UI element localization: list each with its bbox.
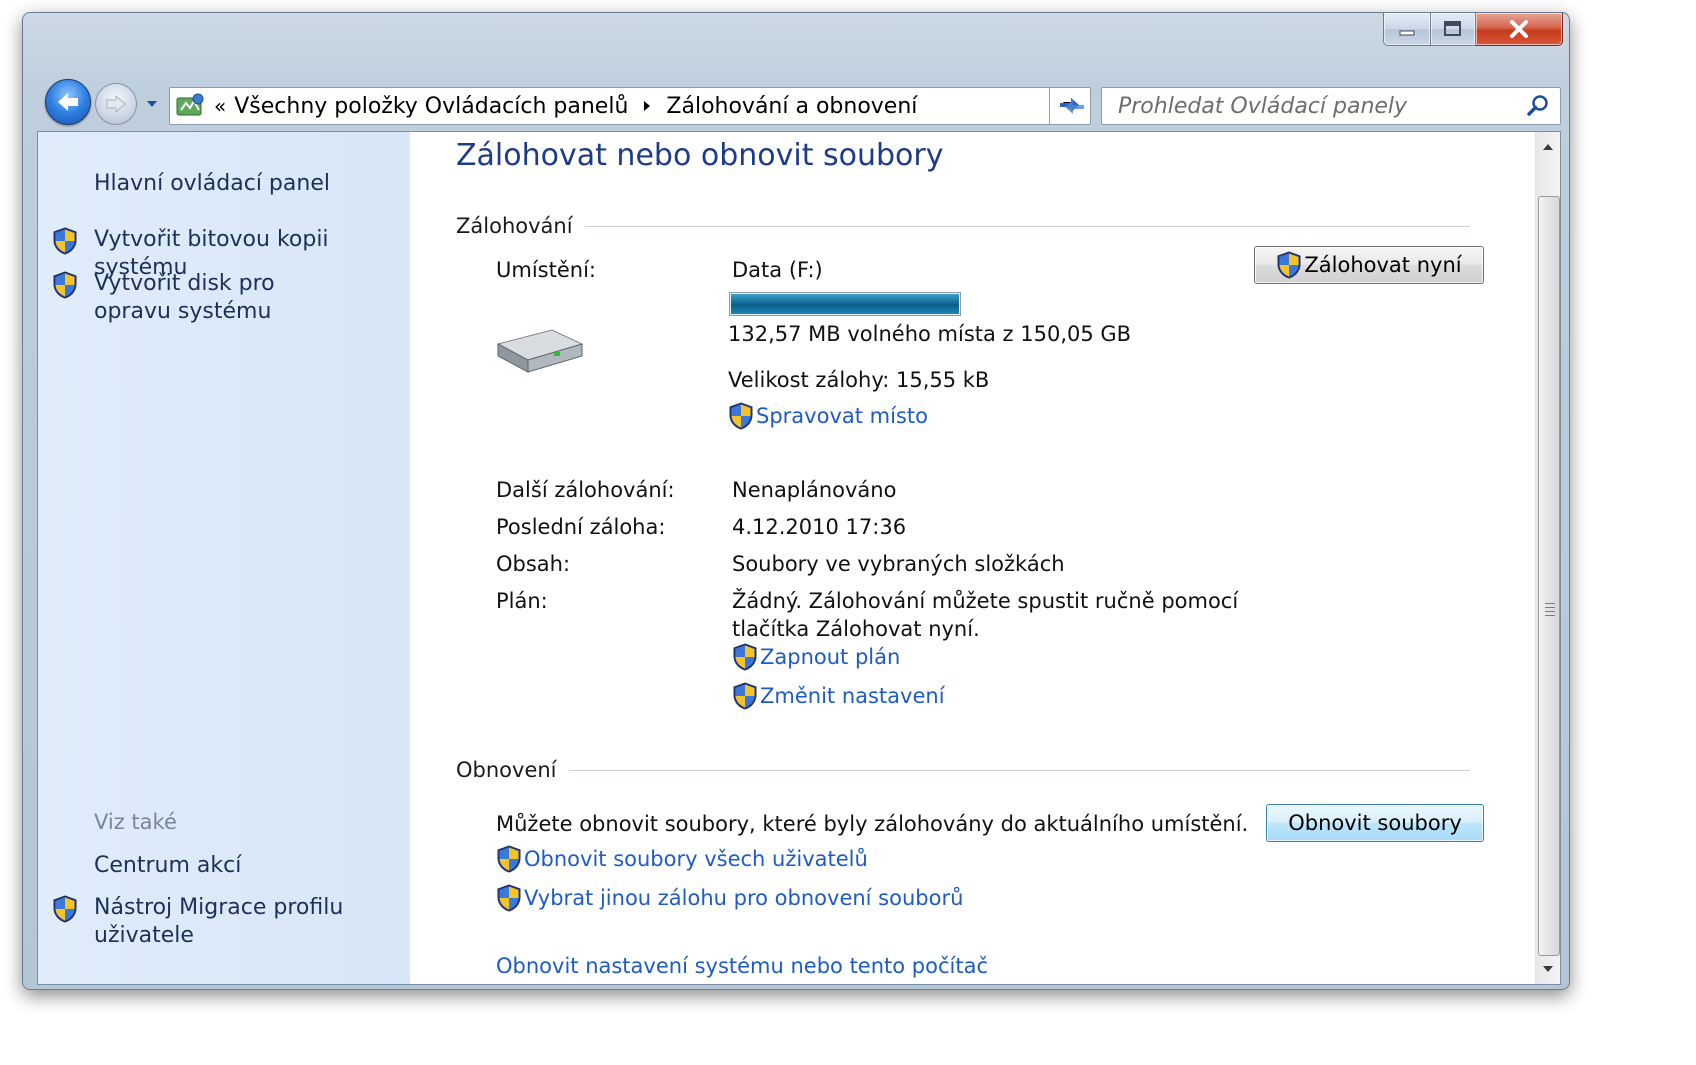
restore-all-users-link-label: Obnovit soubory všech uživatelů <box>524 847 868 871</box>
chevron-up-icon <box>1543 144 1553 150</box>
free-space-text: 132,57 MB volného místa z 150,05 GB <box>728 322 1132 346</box>
restore-files-button[interactable]: Obnovit soubory <box>1266 804 1484 842</box>
address-bar[interactable]: « Všechny položky Ovládacích panelů Zálo… <box>169 87 1091 125</box>
sidebar-link-action-center[interactable]: Centrum akcí <box>94 852 241 880</box>
backup-now-button-label: Zálohovat nyní <box>1304 253 1462 277</box>
arrow-left-icon <box>58 93 78 111</box>
caption-buttons <box>1383 13 1563 46</box>
close-button[interactable] <box>1476 13 1563 46</box>
uac-shield-icon <box>732 682 758 710</box>
forward-button[interactable] <box>95 83 137 125</box>
manage-space-link-label: Spravovat místo <box>756 404 928 428</box>
next-backup-label: Další zálohování: <box>496 478 675 502</box>
section-divider <box>568 769 1470 771</box>
uac-shield-icon <box>1276 251 1302 279</box>
arrow-right-icon <box>106 94 126 114</box>
restore-files-button-label: Obnovit soubory <box>1288 811 1462 835</box>
turn-on-schedule-link-label: Zapnout plán <box>760 645 901 669</box>
sidebar-link-migration-tool[interactable]: Nástroj Migrace profilu uživatele <box>94 894 344 950</box>
search-input[interactable] <box>1102 88 1520 124</box>
restore-all-users-link[interactable]: Obnovit soubory všech uživatelů <box>496 845 868 873</box>
navigation-bar: « Všechny položky Ovládacích panelů Zálo… <box>23 69 1569 125</box>
breadcrumb-backup-and-restore[interactable]: Zálohování a obnovení <box>666 94 917 119</box>
see-also-heading: Viz také <box>94 810 177 834</box>
backup-size-text: Velikost zálohy: 15,55 kB <box>728 368 990 392</box>
section-header-restore: Obnovení <box>456 758 1470 782</box>
title-bar <box>23 13 1569 61</box>
hard-drive-icon <box>496 329 584 373</box>
recover-system-link-label: Obnovit nastavení systému nebo tento poč… <box>496 954 988 978</box>
manage-space-link[interactable]: Spravovat místo <box>728 402 928 430</box>
uac-shield-icon <box>52 895 78 923</box>
control-panel-icon <box>176 93 204 116</box>
select-other-backup-link[interactable]: Vybrat jinou zálohu pro obnovení souborů <box>496 884 963 912</box>
backup-now-button[interactable]: Zálohovat nyní <box>1254 246 1484 284</box>
breadcrumb-all-control-panel-items[interactable]: Všechny položky Ovládacích panelů <box>234 94 628 119</box>
sidebar-link-control-panel-home[interactable]: Hlavní ovládací panel <box>94 170 330 198</box>
restore-description: Můžete obnovit soubory, které byly záloh… <box>496 812 1249 836</box>
uac-shield-icon <box>728 402 754 430</box>
last-backup-label: Poslední záloha: <box>496 515 666 539</box>
disk-usage-bar <box>729 292 961 316</box>
turn-on-schedule-link[interactable]: Zapnout plán <box>732 643 900 671</box>
schedule-label: Plán: <box>496 589 548 613</box>
back-button[interactable] <box>45 79 91 125</box>
location-label: Umístění: <box>496 258 596 282</box>
page-title: Zálohovat nebo obnovit soubory <box>456 138 944 173</box>
window: « Všechny položky Ovládacích panelů Zálo… <box>22 12 1570 990</box>
chevron-down-icon <box>1543 966 1553 972</box>
uac-shield-icon <box>52 227 78 255</box>
maximize-button[interactable] <box>1431 13 1476 46</box>
search-icon[interactable] <box>1526 94 1550 118</box>
change-settings-link-label: Změnit nastavení <box>760 684 945 708</box>
scrollbar-thumb[interactable] <box>1538 196 1560 956</box>
close-icon <box>1510 20 1528 38</box>
scroll-down-button[interactable] <box>1536 956 1560 982</box>
uac-shield-icon <box>52 271 78 299</box>
section-header-backup-label: Zálohování <box>456 214 573 238</box>
refresh-button[interactable] <box>1049 87 1094 125</box>
recent-pages-dropdown-icon[interactable] <box>145 97 159 111</box>
sidebar-link-create-repair-disc[interactable]: Vytvořit disk pro opravu systému <box>94 270 344 326</box>
disk-usage-fill <box>731 294 959 314</box>
refresh-icon <box>1060 98 1084 114</box>
contents-value: Soubory ve vybraných složkách <box>732 552 1065 576</box>
location-value: Data (F:) <box>732 258 823 282</box>
schedule-value-line1: Žádný. Zálohování můžete spustit ručně p… <box>732 589 1239 613</box>
contents-label: Obsah: <box>496 552 571 576</box>
uac-shield-icon <box>496 845 522 873</box>
main-content: Zálohovat nebo obnovit soubory Zálohován… <box>410 132 1536 984</box>
vertical-scrollbar[interactable] <box>1535 132 1560 984</box>
section-header-restore-label: Obnovení <box>456 758 557 782</box>
recover-system-link[interactable]: Obnovit nastavení systému nebo tento poč… <box>496 954 988 978</box>
change-settings-link[interactable]: Změnit nastavení <box>732 682 945 710</box>
search-box[interactable] <box>1101 87 1561 125</box>
uac-shield-icon <box>732 643 758 671</box>
section-header-backup: Zálohování <box>456 214 1470 238</box>
task-pane: Hlavní ovládací panel Vytvořit bitovou k… <box>38 132 410 984</box>
minimize-button[interactable] <box>1383 13 1431 46</box>
scrollbar-grip-icon <box>1545 603 1555 619</box>
schedule-value-line2: tlačítka Zálohovat nyní. <box>732 617 980 641</box>
scroll-up-button[interactable] <box>1536 134 1560 160</box>
last-backup-value: 4.12.2010 17:36 <box>732 515 907 539</box>
breadcrumb-separator-icon[interactable] <box>642 99 652 113</box>
uac-shield-icon <box>496 884 522 912</box>
section-divider <box>584 225 1470 227</box>
client-area: Hlavní ovládací panel Vytvořit bitovou k… <box>37 131 1561 985</box>
maximize-icon <box>1444 21 1461 36</box>
next-backup-value: Nenaplánováno <box>732 478 897 502</box>
minimize-icon <box>1399 30 1415 36</box>
breadcrumb-overflow[interactable]: « <box>214 94 226 118</box>
select-other-backup-link-label: Vybrat jinou zálohu pro obnovení souborů <box>524 886 964 910</box>
